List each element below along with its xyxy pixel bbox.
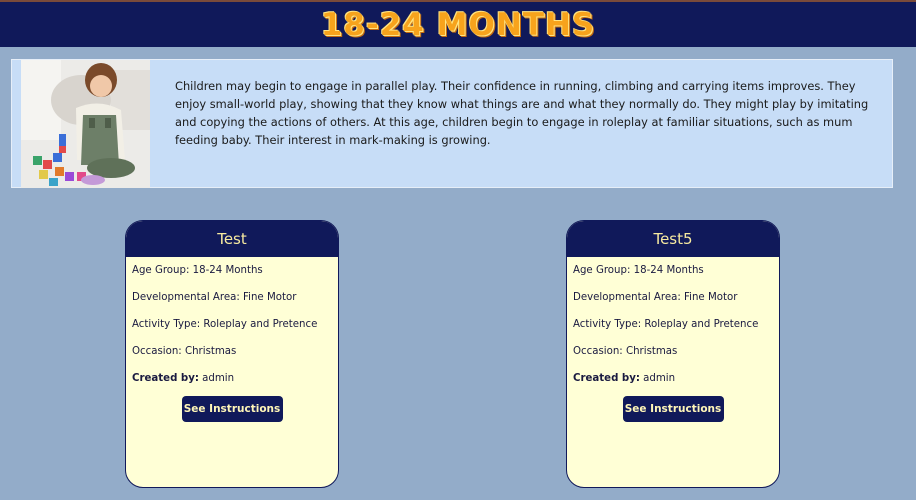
age-group-row: Age Group: 18-24 Months [573, 263, 779, 290]
created-by-label: Created by: [132, 373, 199, 384]
occasion-value: Christmas [184, 346, 237, 357]
card-body: Age Group: 18-24 Months Developmental Ar… [567, 257, 779, 398]
card-header: Test5 [567, 221, 779, 257]
activity-card: Test5 Age Group: 18-24 Months Developmen… [566, 220, 780, 488]
see-instructions-button[interactable]: See Instructions [181, 396, 283, 422]
activity-card: Test Age Group: 18-24 Months Development… [125, 220, 339, 488]
developmental-area-row: Developmental Area: Fine Motor [573, 290, 779, 317]
activity-type-value: Roleplay and Pretence [203, 319, 318, 330]
activity-type-value: Roleplay and Pretence [644, 319, 759, 330]
developmental-area-value: Fine Motor [243, 292, 297, 303]
developmental-area-value: Fine Motor [684, 292, 738, 303]
occasion-value: Christmas [625, 346, 678, 357]
card-header: Test [126, 221, 338, 257]
occasion-row: Occasion: Christmas [132, 344, 338, 371]
page-header: 18-24 MONTHS [0, 0, 916, 47]
created-by-value: admin [643, 373, 676, 384]
child-playing-image [21, 60, 150, 188]
child-playing-photo [21, 60, 150, 188]
created-by-label: Created by: [573, 373, 640, 384]
age-group-value: 18-24 Months [192, 265, 263, 276]
age-group-label: Age Group: [573, 265, 631, 276]
age-group-row: Age Group: 18-24 Months [132, 263, 338, 290]
intro-panel: Children may begin to engage in parallel… [11, 59, 893, 188]
occasion-label: Occasion: [573, 346, 623, 357]
age-group-label: Age Group: [132, 265, 190, 276]
page-title: 18-24 MONTHS [320, 6, 596, 43]
see-instructions-button[interactable]: See Instructions [622, 396, 724, 422]
activity-type-row: Activity Type: Roleplay and Pretence [132, 317, 338, 344]
developmental-area-label: Developmental Area: [573, 292, 681, 303]
activity-type-label: Activity Type: [573, 319, 642, 330]
created-by-row: Created by: admin [132, 371, 338, 398]
created-by-value: admin [202, 373, 235, 384]
card-body: Age Group: 18-24 Months Developmental Ar… [126, 257, 338, 398]
occasion-label: Occasion: [132, 346, 182, 357]
created-by-row: Created by: admin [573, 371, 779, 398]
activity-type-label: Activity Type: [132, 319, 201, 330]
developmental-area-label: Developmental Area: [132, 292, 240, 303]
occasion-row: Occasion: Christmas [573, 344, 779, 371]
activity-type-row: Activity Type: Roleplay and Pretence [573, 317, 779, 344]
card-title: Test [217, 230, 247, 248]
developmental-area-row: Developmental Area: Fine Motor [132, 290, 338, 317]
age-group-value: 18-24 Months [633, 265, 704, 276]
intro-description: Children may begin to engage in parallel… [175, 79, 869, 147]
card-title: Test5 [653, 230, 693, 248]
